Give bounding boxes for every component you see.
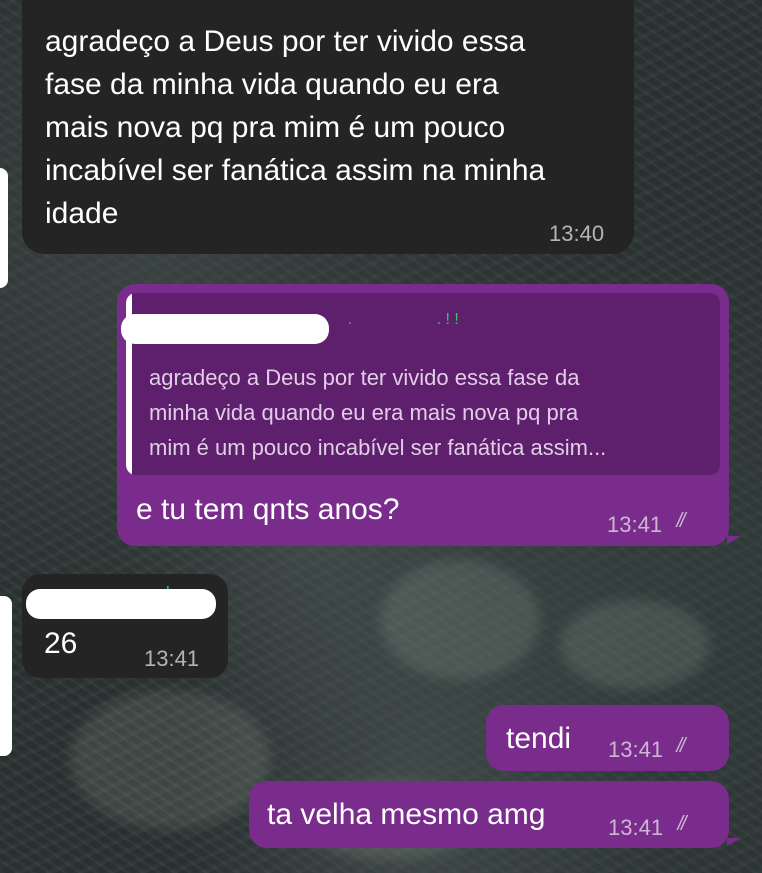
message-text: ta velha mesmo amg [267, 798, 546, 831]
redacted-edge [0, 168, 8, 288]
redacted-edge [0, 596, 12, 756]
message-time: 13:40 [549, 221, 605, 246]
bubble-tail [727, 838, 741, 846]
message-text: e tu tem qnts anos? [136, 493, 400, 526]
quoted-text: agradeço a Deus por ter vivido essa fase… [149, 365, 607, 460]
quote-author-name: . . . ! ! [321, 311, 459, 328]
outgoing-message-bubble[interactable]: tendi 13:41 // [486, 705, 729, 771]
message-time: 13:41 [607, 512, 663, 537]
bubble-tail [727, 536, 741, 544]
message-text: tendi [506, 722, 572, 755]
wallpaper-foam [70, 690, 270, 830]
outgoing-message-bubble[interactable]: ta velha mesmo amg 13:41 // [249, 781, 729, 848]
redacted-sender [26, 589, 216, 619]
redacted-author [121, 314, 329, 344]
incoming-message-bubble[interactable]: . . . . ! 26 13:41 [22, 574, 228, 678]
outgoing-message-bubble[interactable]: . . . ! ! agradeço a Deus por ter vivido… [117, 284, 729, 546]
message-time: 13:41 [608, 815, 664, 840]
incoming-message-bubble[interactable]: agradeço a Deus por ter vivido essa fase… [22, 0, 634, 254]
message-time: 13:41 [608, 737, 664, 762]
message-time: 13:41 [144, 646, 200, 671]
message-text: 26 [44, 627, 78, 660]
wallpaper-foam [560, 600, 710, 690]
message-text: agradeço a Deus por ter vivido essa fase… [45, 25, 546, 230]
wallpaper-foam [380, 560, 540, 680]
